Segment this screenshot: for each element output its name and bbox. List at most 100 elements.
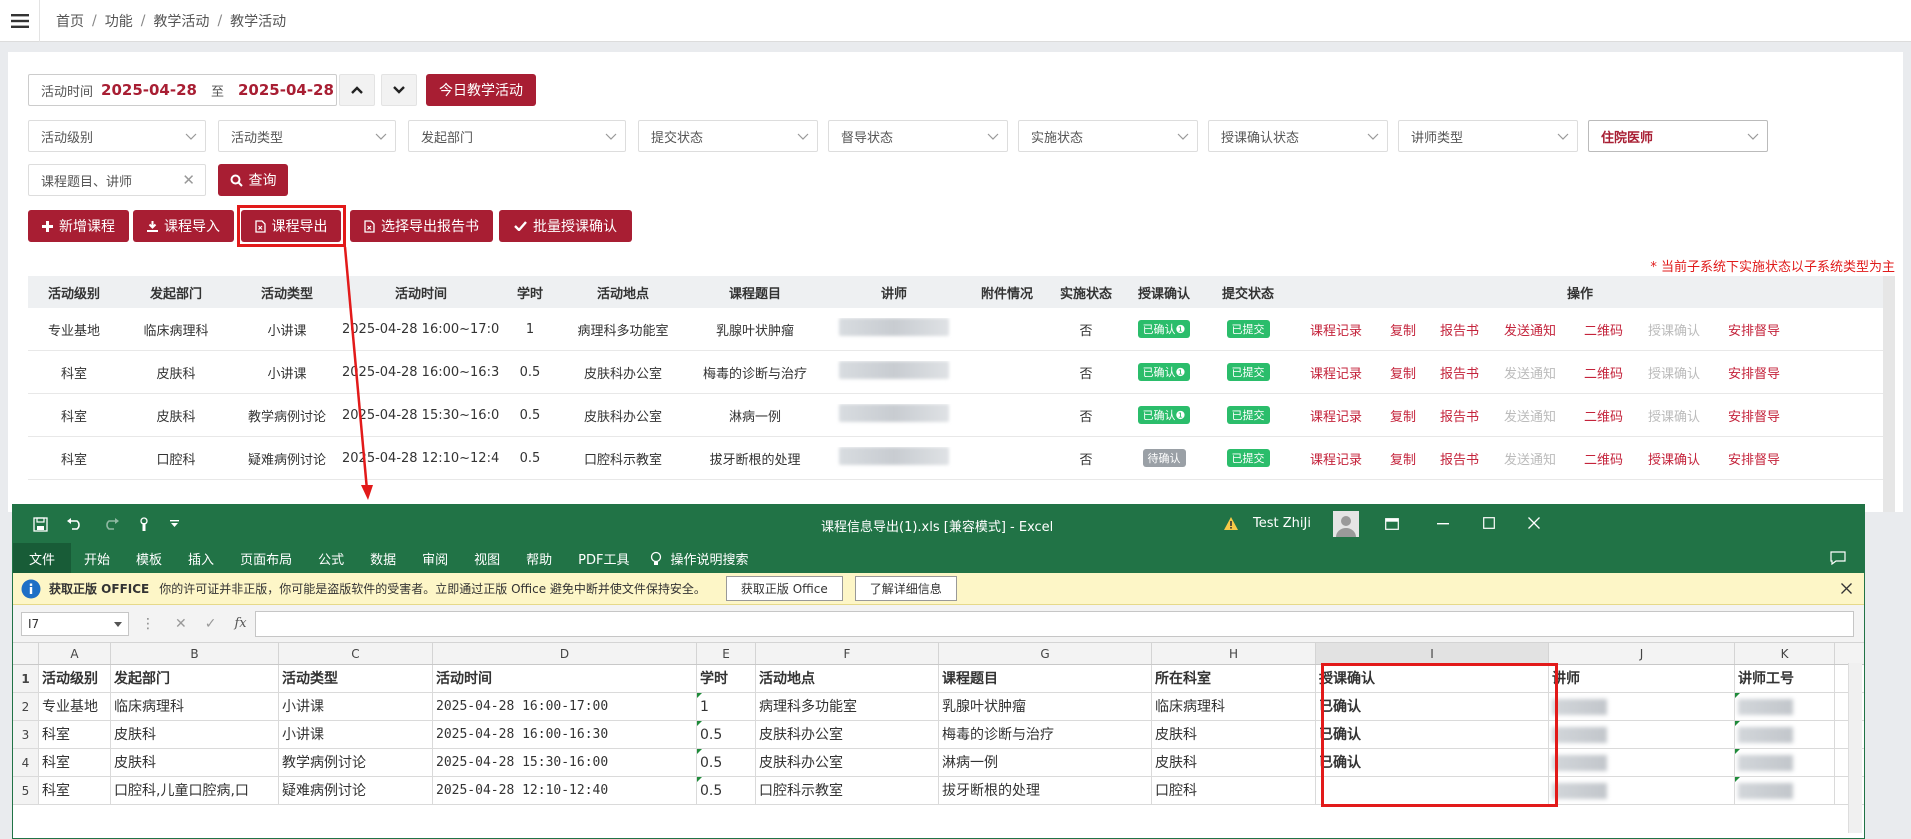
sheet-cell[interactable]: 课程题目 bbox=[939, 665, 1152, 692]
tab-insert[interactable]: 插入 bbox=[175, 549, 227, 568]
tab-page-layout[interactable]: 页面布局 bbox=[227, 549, 305, 568]
sheet-cell[interactable]: 学时 bbox=[697, 665, 756, 692]
minimize-icon[interactable] bbox=[1437, 523, 1449, 525]
col-header[interactable]: B bbox=[111, 643, 279, 664]
ribbon-display-icon[interactable] bbox=[1385, 518, 1399, 530]
close-icon[interactable] bbox=[1528, 517, 1540, 529]
comment-icon[interactable] bbox=[1817, 551, 1864, 565]
sheet-cell[interactable] bbox=[1735, 749, 1835, 776]
col-header[interactable]: K bbox=[1735, 643, 1835, 664]
save-icon[interactable] bbox=[33, 516, 48, 532]
col-header[interactable]: J bbox=[1549, 643, 1735, 664]
sheet-cell[interactable]: 小讲课 bbox=[279, 721, 433, 748]
col-header[interactable]: A bbox=[39, 643, 111, 664]
customize-toolbar-icon[interactable] bbox=[170, 520, 179, 528]
sheet-cell[interactable]: 科室 bbox=[39, 749, 111, 776]
tell-me-search[interactable]: 操作说明搜索 bbox=[666, 549, 761, 568]
cancel-icon[interactable]: ✕ bbox=[175, 616, 187, 632]
sheet-cell[interactable]: 教学病例讨论 bbox=[279, 749, 433, 776]
sheet-cell[interactable]: 0.5 bbox=[697, 777, 756, 804]
sheet-cell[interactable]: 拔牙断根的处理 bbox=[939, 777, 1152, 804]
sheet-cell[interactable]: 临床病理科 bbox=[111, 693, 279, 720]
sheet-cell[interactable]: 皮肤科 bbox=[111, 721, 279, 748]
sheet-cell[interactable] bbox=[1549, 693, 1735, 720]
function-icon[interactable]: fx bbox=[234, 616, 246, 631]
get-office-button[interactable]: 获取正版 Office bbox=[725, 576, 843, 601]
tab-home[interactable]: 开始 bbox=[71, 549, 123, 568]
sheet-cell[interactable]: 活动地点 bbox=[756, 665, 939, 692]
sheet-cell[interactable]: 0.5 bbox=[697, 721, 756, 748]
enter-icon[interactable]: ✓ bbox=[205, 616, 217, 632]
maximize-icon[interactable] bbox=[1483, 517, 1495, 529]
excel-vertical-scrollbar[interactable] bbox=[1848, 663, 1862, 833]
sheet-cell[interactable] bbox=[1735, 693, 1835, 720]
tab-view[interactable]: 视图 bbox=[461, 549, 513, 568]
avatar[interactable] bbox=[1333, 511, 1359, 537]
tab-formulas[interactable]: 公式 bbox=[305, 549, 357, 568]
sheet-cell[interactable]: 皮肤科 bbox=[111, 749, 279, 776]
col-header[interactable]: D bbox=[433, 643, 697, 664]
col-header[interactable]: F bbox=[756, 643, 939, 664]
sheet-cell[interactable]: 疑难病例讨论 bbox=[279, 777, 433, 804]
sheet-cell[interactable]: 2025-04-28 16:00-16:30 bbox=[433, 721, 697, 748]
redo-icon[interactable] bbox=[102, 518, 120, 530]
tab-data[interactable]: 数据 bbox=[357, 549, 409, 568]
sheet-cell[interactable] bbox=[1549, 749, 1735, 776]
tab-template[interactable]: 模板 bbox=[123, 549, 175, 568]
col-header[interactable]: H bbox=[1152, 643, 1316, 664]
sheet-cell[interactable] bbox=[1549, 777, 1735, 804]
col-header[interactable]: C bbox=[279, 643, 433, 664]
sheet-cell[interactable]: 活动类型 bbox=[279, 665, 433, 692]
sheet-cell[interactable]: 皮肤科办公室 bbox=[756, 721, 939, 748]
sheet-cell[interactable]: 讲师 bbox=[1549, 665, 1735, 692]
sheet-cell[interactable]: 口腔科,儿童口腔病,口 bbox=[111, 777, 279, 804]
sheet-cell[interactable]: 病理科多功能室 bbox=[756, 693, 939, 720]
sheet-cell[interactable]: 临床病理科 bbox=[1152, 693, 1316, 720]
sheet-cell[interactable] bbox=[1735, 721, 1835, 748]
sheet-cell[interactable]: 科室 bbox=[39, 721, 111, 748]
tab-pdf-tools[interactable]: PDF工具 bbox=[565, 549, 642, 568]
sheet-cell[interactable]: 0.5 bbox=[697, 749, 756, 776]
excel-user-name[interactable]: Test ZhiJi bbox=[1253, 516, 1311, 531]
sheet-cell[interactable]: 发起部门 bbox=[111, 665, 279, 692]
row-number[interactable]: 3 bbox=[13, 721, 39, 748]
sheet-cell[interactable]: 2025-04-28 12:10-12:40 bbox=[433, 777, 697, 804]
sheet-cell[interactable]: 淋病一例 bbox=[939, 749, 1152, 776]
row-number[interactable]: 4 bbox=[13, 749, 39, 776]
sheet-cell[interactable] bbox=[1735, 777, 1835, 804]
sheet-cell[interactable]: 皮肤科 bbox=[1152, 721, 1316, 748]
sheet-cell[interactable]: 口腔科 bbox=[1152, 777, 1316, 804]
tab-file[interactable]: 文件 bbox=[13, 543, 72, 573]
sheet-cell[interactable]: 科室 bbox=[39, 777, 111, 804]
tab-help[interactable]: 帮助 bbox=[513, 549, 565, 568]
sheet-cell[interactable]: 梅毒的诊断与治疗 bbox=[939, 721, 1152, 748]
row-number[interactable]: 5 bbox=[13, 777, 39, 804]
undo-icon[interactable] bbox=[66, 518, 84, 530]
close-icon[interactable] bbox=[1841, 583, 1852, 594]
learn-more-button[interactable]: 了解详细信息 bbox=[854, 576, 957, 601]
sheet-cell[interactable]: 1 bbox=[697, 693, 756, 720]
sheet-cell[interactable]: 小讲课 bbox=[279, 693, 433, 720]
select-all-corner[interactable] bbox=[13, 643, 39, 664]
sheet-cell[interactable]: 讲师工号 bbox=[1735, 665, 1835, 692]
name-box[interactable]: I7 bbox=[21, 611, 129, 636]
row-number[interactable]: 2 bbox=[13, 693, 39, 720]
col-header[interactable]: G bbox=[939, 643, 1152, 664]
col-header[interactable]: E bbox=[697, 643, 756, 664]
sheet-cell[interactable]: 专业基地 bbox=[39, 693, 111, 720]
sheet-cell[interactable]: 乳腺叶状肿瘤 bbox=[939, 693, 1152, 720]
sheet-cell[interactable]: 活动时间 bbox=[433, 665, 697, 692]
col-header[interactable]: I bbox=[1316, 643, 1549, 664]
sheet-cell[interactable] bbox=[1549, 721, 1735, 748]
sheet-cell[interactable]: 皮肤科 bbox=[1152, 749, 1316, 776]
formula-input[interactable] bbox=[254, 610, 1854, 637]
sheet-cell[interactable]: 皮肤科办公室 bbox=[756, 749, 939, 776]
touch-mode-icon[interactable] bbox=[138, 516, 152, 532]
sheet-cell[interactable]: 活动级别 bbox=[39, 665, 111, 692]
sheet-cell[interactable]: 所在科室 bbox=[1152, 665, 1316, 692]
sheet-cell[interactable]: 口腔科示教室 bbox=[756, 777, 939, 804]
sheet-cell[interactable]: 2025-04-28 15:30-16:00 bbox=[433, 749, 697, 776]
row-number[interactable]: 1 bbox=[13, 665, 39, 692]
sheet-cell[interactable]: 2025-04-28 16:00-17:00 bbox=[433, 693, 697, 720]
tab-review[interactable]: 审阅 bbox=[409, 549, 461, 568]
